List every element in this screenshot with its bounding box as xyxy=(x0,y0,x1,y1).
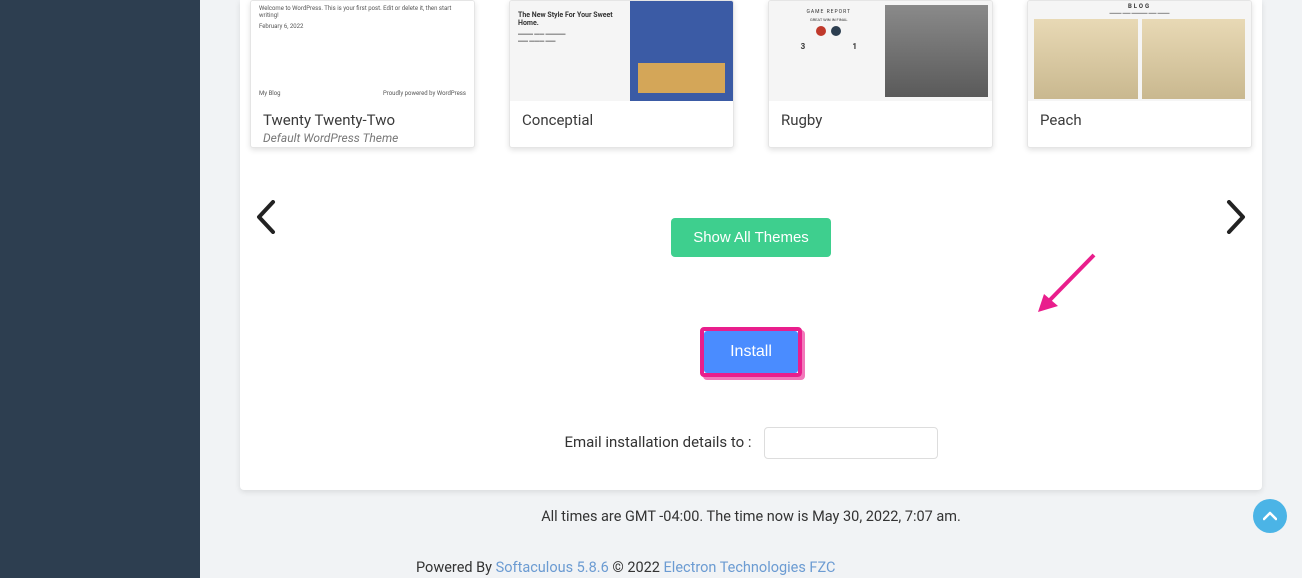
preview-image xyxy=(885,5,989,97)
theme-title: Twenty Twenty-Two xyxy=(263,111,462,129)
footer-text: © 2022 xyxy=(609,559,664,576)
preview-text: Proudly powered by WordPress xyxy=(383,90,466,97)
theme-card-peach[interactable]: BLOG ▬▬▬ ▬▬ ▬▬▬▬ ▬▬ ▬▬▬ Peach xyxy=(1027,0,1252,148)
team-badge-icon xyxy=(816,26,826,36)
theme-info: Rugby xyxy=(769,101,992,141)
preview-text: GAME REPORT xyxy=(777,9,881,15)
theme-preview: Welcome to WordPress. This is your first… xyxy=(251,1,474,101)
preview-text: The New Style For Your Sweet Home. xyxy=(518,11,622,27)
preview-score: 1 xyxy=(852,42,857,51)
preview-text: GREAT WIN IN FINAL xyxy=(777,17,881,22)
install-button[interactable]: Install xyxy=(704,331,798,373)
main-panel: Welcome to WordPress. This is your first… xyxy=(240,0,1262,490)
content-area: Welcome to WordPress. This is your first… xyxy=(200,0,1302,578)
carousel-next-icon[interactable] xyxy=(1225,200,1247,243)
email-input[interactable] xyxy=(764,427,938,459)
carousel-prev-icon[interactable] xyxy=(255,200,277,243)
softaculous-link[interactable]: Softaculous 5.8.6 xyxy=(496,559,609,576)
preview-text: ▬▬▬ ▬▬ ▬▬▬▬ ▬▬ ▬▬▬ xyxy=(1110,10,1170,15)
theme-title: Rugby xyxy=(781,111,980,129)
footer-time: All times are GMT -04:00. The time now i… xyxy=(200,493,1302,540)
preview-text: My Blog xyxy=(259,90,281,97)
preview-text: Welcome to WordPress. This is your first… xyxy=(259,5,466,19)
preview-text: ▬▬▬ ▬▬ ▬▬▬▬▬▬ ▬▬▬ ▬▬ xyxy=(518,31,622,45)
email-row: Email installation details to : xyxy=(240,427,1262,459)
preview-text: February 6, 2022 xyxy=(259,23,466,30)
company-link[interactable]: Electron Technologies FZC xyxy=(664,559,836,576)
themes-row: Welcome to WordPress. This is your first… xyxy=(240,0,1262,148)
footer-text: Powered By xyxy=(416,559,496,576)
install-highlight: Install xyxy=(700,327,802,377)
theme-card-rugby[interactable]: GAME REPORT GREAT WIN IN FINAL 3 1 xyxy=(768,0,993,148)
theme-info: Conceptial xyxy=(510,101,733,141)
preview-text: BLOG xyxy=(1128,3,1151,10)
theme-preview: GAME REPORT GREAT WIN IN FINAL 3 1 xyxy=(769,1,992,101)
annotation-arrow-icon xyxy=(1034,250,1104,320)
theme-card-twenty-twenty-two[interactable]: Welcome to WordPress. This is your first… xyxy=(250,0,475,148)
theme-preview: The New Style For Your Sweet Home. ▬▬▬ ▬… xyxy=(510,1,733,101)
theme-title: Conceptial xyxy=(522,111,721,129)
preview-image xyxy=(630,1,734,101)
sidebar xyxy=(0,0,200,578)
theme-card-conceptial[interactable]: The New Style For Your Sweet Home. ▬▬▬ ▬… xyxy=(509,0,734,148)
caret-up-icon xyxy=(1263,511,1277,521)
email-label: Email installation details to : xyxy=(564,433,751,451)
preview-image xyxy=(1034,19,1138,99)
theme-info: Peach xyxy=(1028,101,1251,141)
preview-score: 3 xyxy=(801,42,806,51)
theme-preview: BLOG ▬▬▬ ▬▬ ▬▬▬▬ ▬▬ ▬▬▬ xyxy=(1028,1,1251,101)
team-badge-icon xyxy=(831,26,841,36)
install-section: Install xyxy=(240,327,1262,377)
theme-info: Twenty Twenty-Two Default WordPress Them… xyxy=(251,101,474,148)
footer-powered: Powered By Softaculous 5.8.6 © 2022 Elec… xyxy=(416,559,835,576)
theme-title: Peach xyxy=(1040,111,1239,129)
theme-subtitle: Default WordPress Theme xyxy=(263,131,462,145)
scroll-to-top-button[interactable] xyxy=(1253,499,1287,533)
show-all-themes-button[interactable]: Show All Themes xyxy=(671,218,831,257)
preview-image xyxy=(1142,19,1246,99)
footer-time-text: All times are GMT -04:00. The time now i… xyxy=(541,508,961,525)
